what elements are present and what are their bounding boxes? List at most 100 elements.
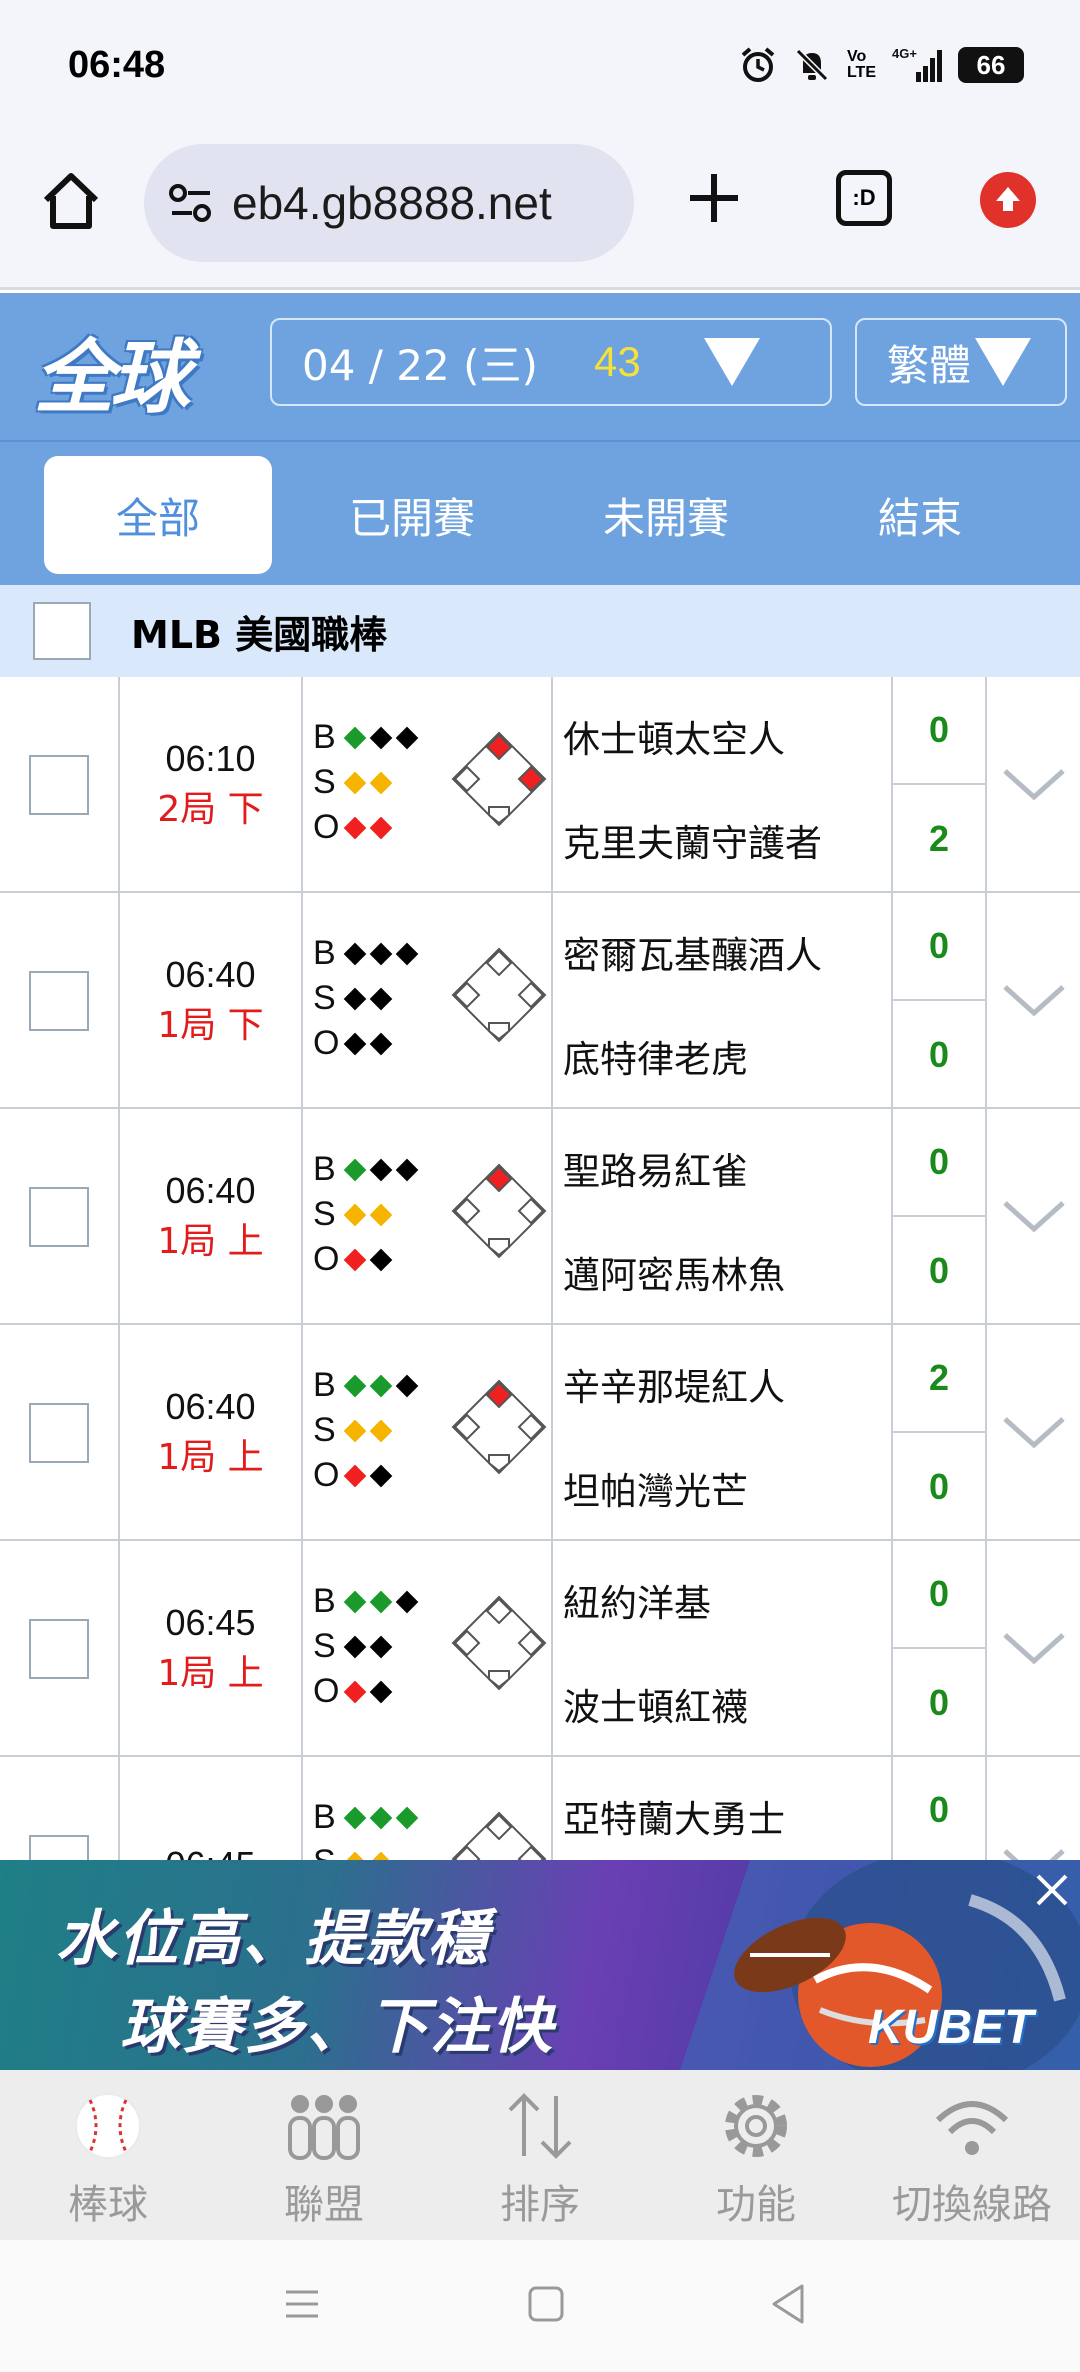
count-indicator <box>343 816 367 839</box>
game-row[interactable]: 06:45 BSO 亞特蘭大勇士 0 <box>0 1757 1080 1860</box>
count-indicator <box>343 1158 367 1181</box>
chevron-down-icon[interactable] <box>1001 1413 1067 1453</box>
game-row[interactable]: 06:40 1局 上 BSO 聖路易紅雀 邁阿密馬林魚 0 0 <box>0 1109 1080 1325</box>
wifi-icon <box>935 2101 1009 2155</box>
tab-all[interactable]: 全部 <box>44 456 272 574</box>
away-team: 聖路易紅雀 <box>563 1150 748 1193</box>
expand-cell[interactable] <box>987 1109 1080 1325</box>
game-time: 06:45 <box>165 1844 255 1860</box>
recents-icon[interactable] <box>282 2284 322 2324</box>
nav-functions[interactable]: 功能 <box>648 2070 864 2240</box>
game-time-cell: 06:10 2局 下 <box>120 677 303 893</box>
teams-cell: 聖路易紅雀 邁阿密馬林魚 <box>553 1109 893 1325</box>
bso-label: S <box>313 1411 336 1449</box>
tab-started[interactable]: 已開賽 <box>298 456 526 574</box>
ad-banner[interactable]: 水位高、提款穩 球賽多、下注快 KUBET <box>0 1860 1080 2070</box>
volte-icon: Vo LTE <box>846 48 876 81</box>
bso-label: S <box>313 1627 336 1665</box>
chevron-down-icon[interactable] <box>1001 1197 1067 1237</box>
count-indicator <box>369 1374 393 1397</box>
expand-cell[interactable] <box>987 1757 1080 1860</box>
update-icon[interactable] <box>980 172 1036 228</box>
network-type: 4G+ <box>892 46 917 61</box>
count-indicator <box>369 726 393 749</box>
game-checkbox[interactable] <box>29 1619 89 1679</box>
game-checkbox[interactable] <box>29 971 89 1031</box>
browser-toolbar: eb4.gb8888.net :D <box>0 140 1080 290</box>
tabs-icon[interactable]: :D <box>836 170 892 226</box>
away-score: 0 <box>893 1109 985 1217</box>
count-indicator <box>369 1590 393 1613</box>
bso-line-b: B <box>313 931 425 976</box>
chevron-down-icon[interactable] <box>1001 765 1067 805</box>
away-team: 紐約洋基 <box>563 1582 711 1625</box>
league-checkbox[interactable] <box>33 602 91 660</box>
address-bar[interactable]: eb4.gb8888.net <box>144 144 634 262</box>
away-score: 0 <box>893 1757 985 1860</box>
count-indicator <box>369 1851 393 1860</box>
bso-label: S <box>313 1195 336 1233</box>
ad-headline-1: 水位高、提款穩 <box>56 1904 490 1974</box>
new-tab-icon[interactable] <box>682 166 746 230</box>
chevron-down-icon[interactable] <box>1001 981 1067 1021</box>
count-indicator <box>369 1032 393 1055</box>
nav-switch-line[interactable]: 切換線路 <box>864 2070 1080 2240</box>
bso-line-b: B <box>313 1579 425 1624</box>
league-name: MLB 美國職棒 <box>131 612 388 657</box>
bso-label: O <box>313 1024 340 1062</box>
app-header: 全球 04 / 22 (三) 43 繁體 <box>0 293 1080 440</box>
nav-baseball[interactable]: 棒球 <box>0 2070 216 2240</box>
game-row[interactable]: 06:10 2局 下 BSO 休士頓太空人 克里夫蘭守護者 0 2 <box>0 677 1080 893</box>
count-indicator <box>343 1203 367 1226</box>
sort-icon <box>508 2093 572 2159</box>
game-checkbox[interactable] <box>29 1187 89 1247</box>
bso-line-s: S <box>313 1192 425 1237</box>
close-icon[interactable] <box>1030 1868 1074 1912</box>
game-checkbox[interactable] <box>29 1835 89 1860</box>
league-header: MLB 美國職棒 <box>0 585 1080 677</box>
expand-cell[interactable] <box>987 893 1080 1109</box>
home-team: 坦帕灣光芒 <box>563 1470 748 1513</box>
language-selector[interactable]: 繁體 <box>855 318 1067 406</box>
bso-cell: BSO <box>303 1109 553 1325</box>
game-row[interactable]: 06:45 1局 上 BSO 紐約洋基 波士頓紅襪 0 0 <box>0 1541 1080 1757</box>
home-nav-icon[interactable] <box>526 2284 566 2324</box>
game-inning: 1局 上 <box>157 1221 264 1262</box>
site-settings-icon[interactable] <box>168 183 214 223</box>
home-icon[interactable] <box>40 170 102 232</box>
game-inning: 2局 下 <box>157 789 264 830</box>
home-score: 0 <box>928 1034 950 1075</box>
game-row[interactable]: 06:40 1局 下 BSO 密爾瓦基釀酒人 底特律老虎 0 0 <box>0 893 1080 1109</box>
gear-icon <box>725 2095 787 2157</box>
bso-label: O <box>313 1240 340 1278</box>
bso-line-o: O <box>313 805 425 850</box>
expand-cell[interactable] <box>987 677 1080 893</box>
app-logo[interactable]: 全球 <box>34 313 190 429</box>
count-indicator <box>369 1248 393 1271</box>
home-team: 波士頓紅襪 <box>563 1686 748 1729</box>
nav-league[interactable]: 聯盟 <box>216 2070 432 2240</box>
status-icons: Vo LTE 4G+ 66 <box>739 46 1024 84</box>
tab-not-started[interactable]: 未開賽 <box>552 456 780 574</box>
bottom-nav: 棒球 聯盟 排序 功能 切換線路 <box>0 2070 1080 2240</box>
bso-line-s: S <box>313 1624 425 1669</box>
count-indicator <box>369 771 393 794</box>
tab-finished[interactable]: 結束 <box>806 456 1034 574</box>
game-row[interactable]: 06:40 1局 上 BSO 辛辛那堤紅人 坦帕灣光芒 2 0 <box>0 1325 1080 1541</box>
expand-cell[interactable] <box>987 1325 1080 1541</box>
bso-label: B <box>313 1582 336 1620</box>
home-score: 0 <box>928 1466 950 1507</box>
chevron-down-icon[interactable] <box>1001 1629 1067 1669</box>
count-indicator <box>343 1464 367 1487</box>
back-icon[interactable] <box>768 2282 808 2326</box>
game-checkbox[interactable] <box>29 755 89 815</box>
teams-cell: 紐約洋基 波士頓紅襪 <box>553 1541 893 1757</box>
game-checkbox[interactable] <box>29 1403 89 1463</box>
mute-bell-icon <box>795 48 829 82</box>
nav-sort[interactable]: 排序 <box>432 2070 648 2240</box>
chevron-down-icon[interactable] <box>1001 1845 1067 1860</box>
date-selector[interactable]: 04 / 22 (三) 43 <box>270 318 832 406</box>
count-indicator <box>343 1032 367 1055</box>
game-count: 43 <box>594 338 641 385</box>
expand-cell[interactable] <box>987 1541 1080 1757</box>
